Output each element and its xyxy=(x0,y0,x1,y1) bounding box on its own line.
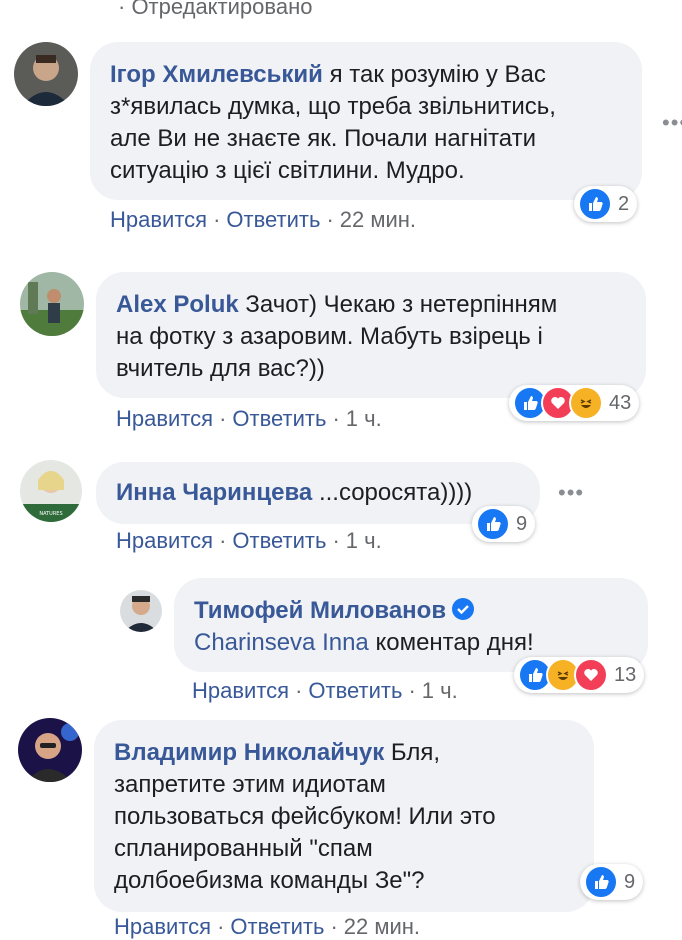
avatar[interactable]: NATURES xyxy=(20,460,82,522)
comment-text-line: з*явилась думка, що треба звільнитись, xyxy=(110,93,556,120)
svg-text:NATURES: NATURES xyxy=(39,511,62,517)
comment-actions: Нравится · Ответить · 22 мин. xyxy=(114,914,421,939)
comment-text-line: на фотку з азаровим. Мабуть взірець і xyxy=(116,323,543,350)
comment-author[interactable]: Тимофей Милованов xyxy=(194,597,446,624)
comment-actions: Нравится · Ответить · 1 ч. xyxy=(192,678,458,703)
like-link[interactable]: Нравится xyxy=(192,678,289,703)
comment-text-line: вчитель для вас?)) xyxy=(116,355,325,382)
comment-actions: Нравится · Ответить · 1 ч. xyxy=(116,406,382,431)
reaction-summary[interactable]: 13 xyxy=(514,657,645,693)
reply-link[interactable]: Ответить xyxy=(308,678,402,703)
reaction-summary[interactable]: 9 xyxy=(580,864,644,900)
reaction-count: 9 xyxy=(624,870,636,893)
comment-time[interactable]: 1 ч. xyxy=(346,528,382,553)
more-options-icon[interactable]: ••• xyxy=(558,480,584,506)
comment-author[interactable]: Alex Poluk xyxy=(116,291,239,318)
comment-time[interactable]: 22 мин. xyxy=(340,207,416,232)
reply-link[interactable]: Ответить xyxy=(226,207,320,232)
avatar[interactable] xyxy=(20,272,84,336)
reaction-count: 13 xyxy=(614,663,637,686)
comment-bubble: Alex Poluk Зачот) Чекаю з нетерпінням на… xyxy=(96,272,646,398)
comment-text-line: долбоебизма команды Зе"? xyxy=(114,867,425,894)
verified-badge-icon xyxy=(452,598,475,620)
comment-actions: Нравится · Ответить · 22 мин. xyxy=(110,207,417,232)
reaction-summary[interactable]: 9 xyxy=(472,506,536,542)
comment-bubble: Ігор Хмилевський я так розумію у Вас з*я… xyxy=(90,42,642,200)
like-icon xyxy=(476,507,510,541)
comment-text-line: коментар дня! xyxy=(375,629,534,656)
like-icon xyxy=(578,187,612,221)
comment-text-line: але Ви не знаєте як. Почали нагнітати xyxy=(110,125,537,152)
avatar[interactable] xyxy=(120,590,162,632)
comment-text-line: я так розумію у Вас xyxy=(329,61,546,88)
comment-author[interactable]: Владимир Николайчук xyxy=(114,739,384,766)
more-options-icon[interactable]: ••• xyxy=(662,110,682,136)
mention-link[interactable]: Charinseva Inna xyxy=(194,629,369,656)
like-link[interactable]: Нравится xyxy=(114,914,211,939)
reaction-count: 2 xyxy=(618,192,630,215)
reaction-count: 9 xyxy=(516,512,528,535)
avatar[interactable] xyxy=(18,718,82,782)
comment-text-line: ...соросята)))) xyxy=(318,479,473,506)
reaction-summary[interactable]: 43 xyxy=(509,385,640,421)
like-icon xyxy=(584,865,618,899)
like-link[interactable]: Нравится xyxy=(110,207,207,232)
haha-icon xyxy=(569,386,603,420)
comment-actions: Нравится · Ответить · 1 ч. xyxy=(116,528,382,553)
comment-bubble: Владимир Николайчук Бля, запретите этим … xyxy=(94,720,594,912)
reaction-count: 43 xyxy=(609,391,632,414)
comment-text-line: Бля, xyxy=(390,739,441,766)
love-icon xyxy=(574,658,608,692)
comment-text-line: запретите этим идиотам xyxy=(114,771,386,798)
comment-text-line: спланированный "спам xyxy=(114,835,373,862)
edited-label: · Отредактировано xyxy=(118,0,313,19)
comment-time[interactable]: 1 ч. xyxy=(346,406,382,431)
avatar[interactable] xyxy=(14,42,78,106)
comment-time[interactable]: 22 мин. xyxy=(344,914,420,939)
comment-text-line: пользоваться фейсбуком! Или это xyxy=(114,803,496,830)
reply-link[interactable]: Ответить xyxy=(232,528,326,553)
like-link[interactable]: Нравится xyxy=(116,406,213,431)
comment-author[interactable]: Ігор Хмилевський xyxy=(110,61,323,88)
reply-link[interactable]: Ответить xyxy=(230,914,324,939)
reaction-summary[interactable]: 2 xyxy=(574,186,638,222)
like-link[interactable]: Нравится xyxy=(116,528,213,553)
comment-text-line: Зачот) Чекаю з нетерпінням xyxy=(245,291,558,318)
comment-time[interactable]: 1 ч. xyxy=(422,678,458,703)
comment-author[interactable]: Инна Чаринцева xyxy=(116,479,312,506)
reply-link[interactable]: Ответить xyxy=(232,406,326,431)
comment-text-line: ситуацію з цієї світлини. Мудро. xyxy=(110,157,465,184)
